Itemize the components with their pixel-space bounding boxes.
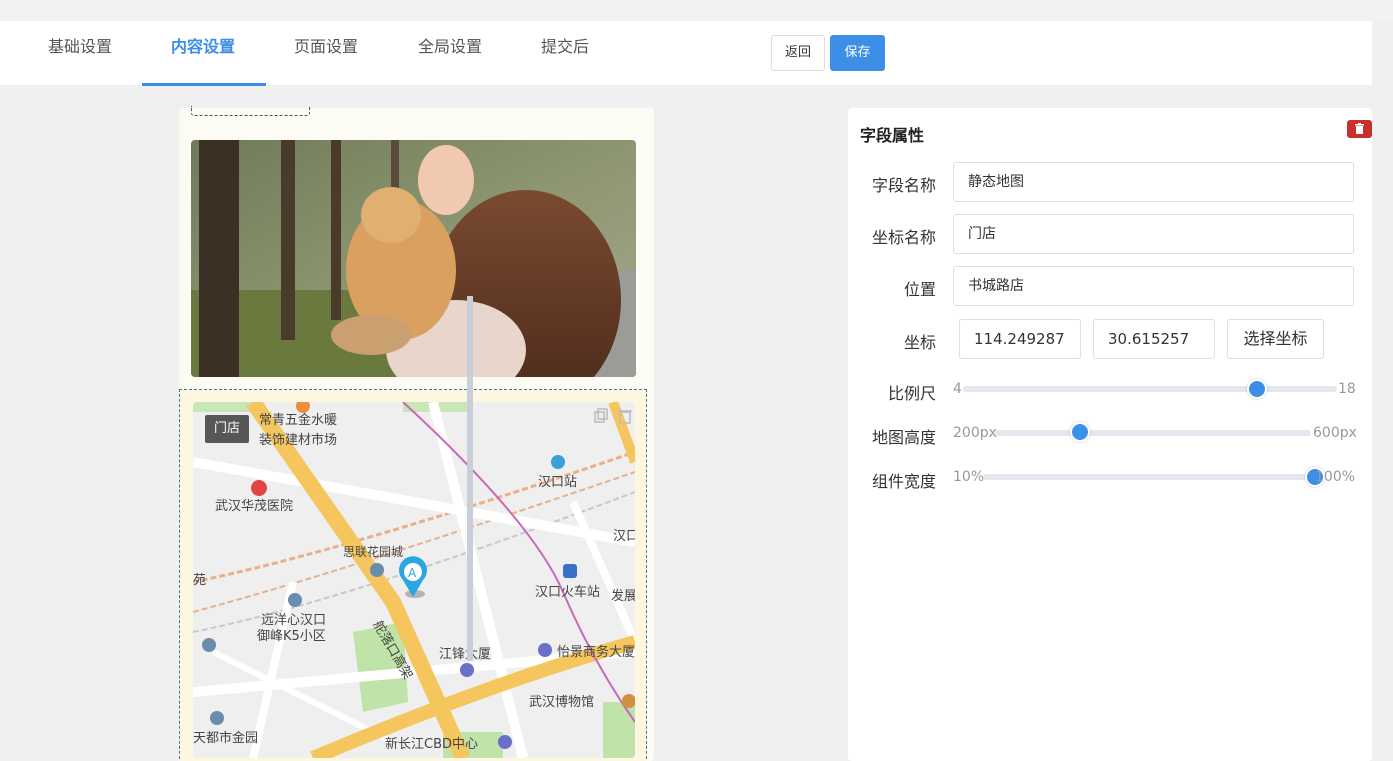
scale-slider-track[interactable]	[963, 386, 1337, 392]
map-image: 常青五金水暖 装饰建材市场 汉口站 武汉华茂医院 汉口 思联花园城 苑 汉口火车…	[193, 402, 635, 758]
tab-page-settings[interactable]: 页面设置	[294, 21, 358, 85]
image-widget[interactable]	[191, 140, 636, 377]
trash-icon	[1355, 123, 1364, 134]
map-height-max: 600px	[1313, 425, 1357, 441]
longitude-input[interactable]: 114.249287	[959, 319, 1081, 359]
map-place: 武汉博物馆	[529, 695, 594, 710]
component-width-label: 组件宽度	[871, 472, 936, 491]
top-band	[0, 0, 1393, 21]
map-height-slider-track[interactable]	[995, 430, 1311, 436]
scale-min: 4	[953, 381, 962, 397]
map-height-label: 地图高度	[871, 428, 936, 447]
static-map-widget[interactable]: 常青五金水暖 装饰建材市场 汉口站 武汉华茂医院 汉口 思联花园城 苑 汉口火车…	[179, 389, 647, 761]
map-place: 汉口	[613, 529, 635, 544]
map-place: 发展	[611, 588, 635, 604]
trash-icon[interactable]	[617, 408, 633, 424]
field-name-input[interactable]: 静态地图	[953, 162, 1354, 202]
map-place: 天都市金园	[193, 730, 258, 746]
scale-label: 比例尺	[887, 384, 936, 403]
map-height-slider-thumb[interactable]	[1070, 422, 1091, 442]
map-marker-label: 门店	[205, 415, 250, 443]
coordinate-label: 坐标	[903, 333, 936, 352]
back-button[interactable]: 返回	[771, 35, 825, 71]
map-place: 新长江CBD中心	[385, 736, 478, 752]
delete-field-button[interactable]	[1347, 120, 1372, 138]
map-height-min: 200px	[953, 425, 997, 441]
map-widget-shadow	[467, 296, 473, 661]
map-place: 装饰建材市场	[259, 432, 337, 448]
map-place: 武汉华茂医院	[215, 499, 293, 514]
tab-after-submit[interactable]: 提交后	[541, 21, 589, 85]
map-place: 远洋心汉口	[261, 613, 326, 628]
map-place: 苑	[193, 573, 206, 588]
tab-bar: 基础设置 内容设置 页面设置 全局设置 提交后 返回 保存	[0, 21, 1372, 86]
map-place: 思联花园城	[343, 544, 403, 559]
map-place: 汉口火车站	[535, 584, 600, 600]
drop-placeholder	[191, 106, 310, 116]
active-tab-indicator	[142, 83, 266, 86]
coord-name-label: 坐标名称	[871, 228, 936, 247]
map-place: 常青五金水暖	[259, 412, 337, 428]
coord-name-input[interactable]: 门店	[953, 214, 1354, 254]
map-place: 怡景商务大厦	[557, 644, 635, 660]
map-place: 江锋大厦	[439, 647, 491, 662]
component-width-slider-track[interactable]	[983, 474, 1315, 480]
copy-icon[interactable]	[593, 408, 609, 424]
svg-text:A: A	[408, 566, 417, 580]
map-place: 御峰K5小区	[257, 629, 326, 644]
form-canvas: 常青五金水暖 装饰建材市场 汉口站 武汉华茂医院 汉口 思联花园城 苑 汉口火车…	[179, 106, 654, 761]
field-name-label: 字段名称	[871, 176, 936, 195]
tab-basic-settings[interactable]: 基础设置	[48, 21, 112, 85]
component-width-min: 10%	[953, 469, 985, 485]
photo-image	[191, 140, 636, 377]
scale-slider-thumb[interactable]	[1246, 379, 1267, 399]
panel-title: 字段属性	[860, 126, 925, 145]
scale-max: 18	[1338, 381, 1356, 397]
latitude-input[interactable]: 30.615257	[1093, 319, 1215, 359]
static-map: 常青五金水暖 装饰建材市场 汉口站 武汉华茂医院 汉口 思联花园城 苑 汉口火车…	[193, 402, 635, 758]
location-input[interactable]: 书城路店	[953, 266, 1354, 306]
field-properties-panel: 字段属性 字段名称 静态地图 坐标名称 门店 位置 书城路店 坐标 114.24…	[848, 108, 1372, 761]
map-place: 汉口站	[538, 475, 577, 490]
component-width-max: 100%	[1315, 469, 1356, 485]
tab-content-settings[interactable]: 内容设置	[171, 21, 235, 85]
tab-global-settings[interactable]: 全局设置	[418, 21, 482, 85]
location-label: 位置	[903, 280, 936, 299]
save-button[interactable]: 保存	[830, 35, 885, 71]
pick-coordinate-button[interactable]: 选择坐标	[1227, 319, 1324, 359]
